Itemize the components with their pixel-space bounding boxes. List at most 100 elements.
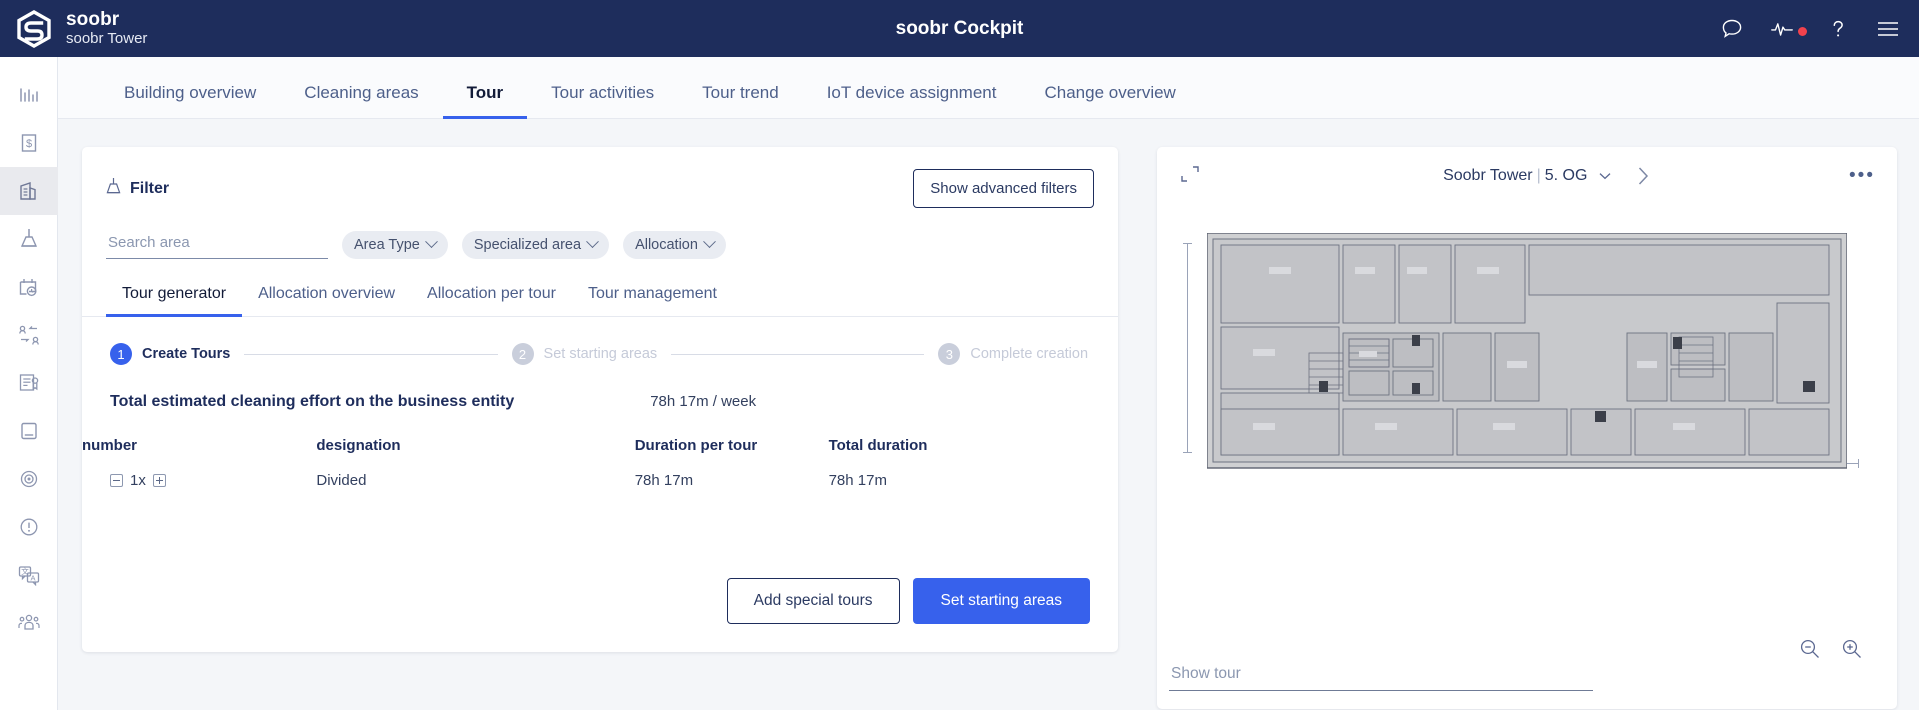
brand[interactable]: soobr soobr Tower	[0, 9, 147, 49]
tab-tour-activities[interactable]: Tour activities	[527, 83, 678, 119]
sub-tab-list: Tour generator Allocation overview Alloc…	[82, 285, 1118, 317]
sidebar-item-statistics[interactable]	[0, 71, 58, 119]
sidebar-item-team[interactable]	[0, 599, 58, 647]
add-special-tours-button[interactable]: Add special tours	[726, 578, 900, 624]
topbar-icon-group	[1719, 0, 1901, 57]
step-3-number: 3	[938, 343, 961, 365]
svg-text:A: A	[30, 573, 35, 582]
brand-name: soobr	[66, 9, 120, 31]
column-header-duration-per-tour: Duration per tour	[634, 437, 758, 454]
floorplan-building-name: Soobr Tower	[1443, 167, 1533, 184]
vertical-ruler	[1183, 243, 1192, 453]
show-tour-select[interactable]: Show tour	[1169, 665, 1593, 691]
tour-generator-panel: Filter Show advanced filters Area Type S…	[82, 147, 1118, 652]
increment-tours-icon[interactable]	[152, 474, 166, 487]
decrement-tours-icon[interactable]	[110, 474, 123, 487]
sidebar-item-alerts[interactable]	[0, 503, 58, 551]
tab-tour-trend[interactable]: Tour trend	[678, 83, 803, 119]
sidebar-item-user-exchange[interactable]	[0, 311, 58, 359]
step-complete-creation[interactable]: 3 Complete creation	[938, 343, 1088, 365]
zoom-controls	[1799, 638, 1863, 665]
subtab-tour-generator[interactable]: Tour generator	[106, 285, 243, 317]
column-header-number: number	[82, 437, 138, 454]
sensor-icon	[18, 468, 40, 490]
report-icon	[17, 372, 41, 394]
more-options-icon[interactable]: •••	[1849, 165, 1875, 187]
main-nav: Building overview Cleaning areas Tour To…	[58, 57, 1919, 119]
soobr-logo-icon	[14, 9, 54, 49]
column-header-total-duration: Total duration	[828, 437, 928, 454]
step-connector	[244, 353, 498, 355]
sidebar-item-billing[interactable]: $	[0, 119, 58, 167]
floorplan-panel: Soobr Tower | 5. OG ••• Show tour	[1157, 147, 1897, 709]
step-connector	[671, 353, 925, 355]
tours-table: number designation Duration per tour Tot…	[82, 437, 1118, 489]
chip-specialized-area-label: Specialized area	[473, 236, 582, 253]
menu-icon[interactable]	[1875, 16, 1901, 42]
alert-dot-badge	[1798, 26, 1807, 36]
sidebar-item-sensors[interactable]	[0, 455, 58, 503]
subtab-allocation-overview[interactable]: Allocation overview	[242, 285, 411, 316]
table-row: 1x Divided 78h 17m 78h 17m	[82, 472, 1118, 489]
help-icon[interactable]	[1825, 16, 1851, 42]
show-advanced-filters-button[interactable]: Show advanced filters	[913, 169, 1094, 208]
app-root: soobr soobr Tower soobr Cockpit $ 文 A Bu…	[0, 0, 1919, 710]
schedule-icon	[17, 276, 40, 299]
tab-building-overview[interactable]: Building overview	[100, 83, 280, 119]
cell-duration-per-tour: 78h 17m	[634, 472, 694, 489]
effort-summary-value: 78h 17m / week	[650, 393, 757, 410]
chip-allocation[interactable]: Allocation	[623, 230, 726, 259]
filter-funnel-icon	[106, 177, 121, 200]
subtab-tour-management[interactable]: Tour management	[572, 285, 733, 316]
zoom-in-icon[interactable]	[1841, 638, 1863, 665]
tab-iot-device-assignment[interactable]: IoT device assignment	[803, 83, 1021, 119]
search-input[interactable]	[106, 230, 328, 259]
chevron-down-icon	[424, 235, 438, 249]
chevron-down-icon	[586, 235, 599, 249]
cleaning-icon	[18, 227, 40, 251]
sidebar-item-cleaning[interactable]	[0, 215, 58, 263]
floorplan-canvas[interactable]	[1169, 211, 1885, 511]
alert-icon	[18, 516, 40, 538]
tab-change-overview[interactable]: Change overview	[1020, 83, 1199, 119]
filter-title: Filter	[130, 179, 170, 197]
effort-summary-title: Total estimated cleaning effort on the b…	[110, 393, 515, 410]
tab-tour[interactable]: Tour	[442, 83, 528, 119]
floorplan-floor-name: 5. OG	[1544, 167, 1588, 184]
cell-designation: Divided	[316, 472, 367, 489]
step-1-number: 1	[110, 343, 132, 365]
sidebar-item-buildings[interactable]	[0, 167, 58, 215]
tour-count-value: 1x	[130, 472, 146, 489]
chevron-down-icon	[703, 235, 716, 249]
step-1-label: Create Tours	[142, 346, 231, 362]
floorplan-drawing	[1207, 233, 1847, 469]
sidebar-item-reports[interactable]	[0, 359, 58, 407]
top-bar: soobr soobr Tower soobr Cockpit	[0, 0, 1919, 57]
tab-cleaning-areas[interactable]: Cleaning areas	[280, 83, 442, 119]
expand-icon[interactable]	[1179, 164, 1201, 189]
subtab-allocation-per-tour[interactable]: Allocation per tour	[411, 285, 572, 316]
filter-title-group: Filter	[106, 177, 169, 200]
step-create-tours[interactable]: 1 Create Tours	[110, 343, 230, 365]
sidebar-item-translations[interactable]: 文 A	[0, 551, 58, 599]
chat-icon[interactable]	[1719, 16, 1745, 42]
zoom-out-icon[interactable]	[1799, 638, 1821, 665]
filter-controls: Area Type Specialized area Allocation	[82, 208, 1118, 259]
chip-specialized-area[interactable]: Specialized area	[461, 230, 610, 259]
device-icon	[18, 420, 40, 442]
activity-icon[interactable]	[1769, 16, 1807, 42]
sidebar-item-devices[interactable]	[0, 407, 58, 455]
translate-icon: 文 A	[17, 564, 41, 586]
nav-tab-list: Building overview Cleaning areas Tour To…	[58, 57, 1919, 119]
column-header-designation: designation	[316, 437, 401, 454]
step-set-starting-areas[interactable]: 2 Set starting areas	[511, 343, 657, 365]
chevron-right-icon[interactable]	[1635, 165, 1651, 192]
show-tour-placeholder: Show tour	[1171, 665, 1241, 682]
show-tour-row: Show tour	[1169, 665, 1879, 691]
content-area: Filter Show advanced filters Area Type S…	[58, 119, 1919, 710]
left-sidebar: $ 文 A	[0, 57, 58, 710]
set-starting-areas-button[interactable]: Set starting areas	[912, 578, 1090, 624]
chip-area-type[interactable]: Area Type	[342, 230, 448, 259]
chevron-down-icon[interactable]	[1599, 167, 1611, 185]
sidebar-item-schedule[interactable]	[0, 263, 58, 311]
